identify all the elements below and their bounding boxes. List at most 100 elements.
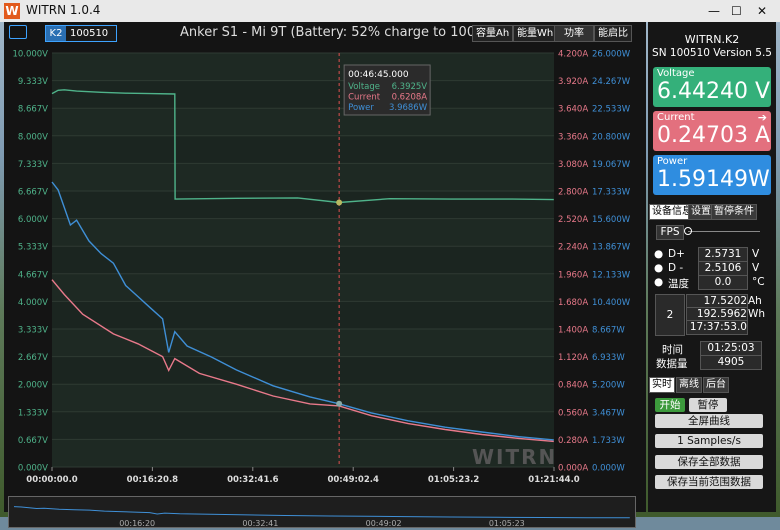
- time-label: 时间: [662, 344, 683, 356]
- current-tick-label: 3.640A: [558, 105, 588, 115]
- power-tick-label: 12.133W: [592, 270, 631, 280]
- current-tick-label: 1.680A: [558, 298, 588, 308]
- power-tick-label: 10.400W: [592, 298, 631, 308]
- plot-band: [52, 80, 554, 109]
- fps-button[interactable]: FPS: [656, 225, 684, 240]
- plot-band: [52, 218, 554, 247]
- current-tick-label: 2.800A: [558, 188, 588, 198]
- power-panel: Power 1.59149W: [653, 155, 771, 195]
- plot-band: [52, 356, 554, 385]
- radio-dminus-icon[interactable]: ●: [654, 262, 663, 274]
- title-bar: W WITRN 1.0.4 — ☐ ✕: [0, 0, 780, 22]
- cursor-voltage-marker: [336, 199, 343, 206]
- current-value: 0.24703 A: [657, 123, 771, 148]
- voltage-tick-label: 6.667V: [18, 188, 48, 198]
- cursor-row-value: 3.9686W: [389, 103, 428, 113]
- current-label: Current: [657, 112, 695, 123]
- voltage-tick-label: 3.333V: [18, 326, 48, 336]
- current-tick-label: 0.840A: [558, 381, 588, 391]
- overview-tick-label: 00:32:41: [242, 519, 278, 527]
- voltage-tick-label: 0.000V: [18, 464, 48, 474]
- measurement-chart[interactable]: 10.000V 4.200A 26.000W 9.333V 3.920A 24.267W 8…: [4, 44, 646, 496]
- energy-wh-button[interactable]: 能量Wh: [513, 25, 558, 42]
- power-tick-label: 0.000W: [592, 464, 625, 474]
- power-tick-label: 22.533W: [592, 105, 631, 115]
- group-time: 17:37:53.0: [686, 320, 748, 335]
- device-version: SN 100510 Version 5.5: [652, 47, 772, 59]
- voltage-tick-label: 8.000V: [18, 132, 48, 142]
- count-label: 数据量: [656, 358, 688, 370]
- tab-background[interactable]: 后台: [703, 377, 729, 393]
- current-tick-label: 4.200A: [558, 50, 588, 60]
- current-tick-label: 0.000A: [558, 464, 588, 474]
- capacity-ah-button[interactable]: 容量Ah: [472, 25, 514, 42]
- start-button[interactable]: 开始: [655, 398, 685, 412]
- dminus-label: D -: [668, 262, 684, 274]
- sample-rate-button[interactable]: 1 Samples/s: [655, 434, 763, 448]
- voltage-tick-label: 0.667V: [18, 436, 48, 446]
- current-tick-label: 3.360A: [558, 132, 588, 142]
- save-range-data-button[interactable]: 保存当前范围数据: [655, 475, 763, 489]
- power-tick-label: 1.733W: [592, 436, 625, 446]
- minimize-button[interactable]: —: [708, 4, 720, 18]
- voltage-tick-label: 7.333V: [18, 160, 48, 170]
- pause-button[interactable]: 暂停: [689, 398, 727, 412]
- fps-slider-handle[interactable]: [684, 227, 692, 235]
- plot-band: [52, 191, 554, 219]
- cursor-time-label: 00:46:45.000: [348, 70, 409, 80]
- app-logo-icon: W: [4, 3, 20, 19]
- device-selector[interactable]: K2 100510: [45, 25, 117, 42]
- cursor-row-value: 0.6208A: [392, 93, 428, 103]
- x-tick-label: 00:49:02.4: [327, 475, 379, 485]
- time-value: 01:25:03: [700, 341, 762, 356]
- current-tick-label: 2.520A: [558, 215, 588, 225]
- x-tick-label: 00:16:20.8: [127, 475, 179, 485]
- group-index[interactable]: 2: [655, 294, 685, 336]
- tab-realtime[interactable]: 实时: [649, 377, 675, 393]
- maximize-button[interactable]: ☐: [731, 4, 742, 18]
- power-tick-label: 5.200W: [592, 381, 625, 391]
- app-title: WITRN 1.0.4: [26, 3, 101, 17]
- voltage-tick-label: 5.333V: [18, 243, 48, 253]
- timeline-overview[interactable]: 00:16:20 00:32:41 00:49:02 01:05:23: [8, 496, 636, 528]
- plot-band: [52, 329, 554, 357]
- radio-dplus-icon[interactable]: ●: [654, 248, 663, 260]
- plot-band: [52, 135, 554, 164]
- fullscreen-curve-button[interactable]: 全屏曲线: [655, 414, 763, 428]
- voltage-tick-label: 2.000V: [18, 381, 48, 391]
- overview-tick-label: 00:16:20: [119, 519, 155, 527]
- voltage-tick-label: 2.667V: [18, 353, 48, 363]
- plot-band: [52, 411, 554, 440]
- power-value: 1.59149W: [657, 167, 770, 192]
- device-connect-icon[interactable]: [9, 25, 27, 39]
- plot-band: [52, 301, 554, 329]
- device-serial: 100510: [70, 28, 109, 39]
- x-tick-label: 01:21:44.0: [528, 475, 580, 485]
- witrn-watermark: WITRN: [472, 445, 557, 469]
- voltage-panel: Voltage 6.44240 V: [653, 67, 771, 107]
- current-tick-label: 0.280A: [558, 436, 588, 446]
- power-tick-label: 24.267W: [592, 77, 631, 87]
- tab-offline[interactable]: 离线: [676, 377, 702, 393]
- cursor-row-label: Current: [348, 93, 381, 103]
- dminus-value: 2.5106: [698, 261, 748, 276]
- temp-label: 温度: [668, 278, 689, 290]
- voltage-tick-label: 9.333V: [18, 77, 48, 87]
- close-button[interactable]: ✕: [757, 4, 767, 18]
- count-value: 4905: [700, 355, 762, 370]
- tab-pause-conditions[interactable]: 暂停条件: [711, 204, 757, 220]
- current-tick-label: 1.960A: [558, 270, 588, 280]
- overview-series: [13, 506, 630, 519]
- save-all-data-button[interactable]: 保存全部数据: [655, 455, 763, 469]
- dplus-unit: V: [752, 248, 760, 260]
- dplus-value: 2.5731: [698, 247, 748, 262]
- x-tick-label: 00:00:00.0: [26, 475, 78, 485]
- current-tick-label: 2.240A: [558, 243, 588, 253]
- power-tick-label: 17.333W: [592, 188, 631, 198]
- plot-band: [52, 108, 554, 136]
- power-button[interactable]: 功率: [554, 25, 594, 42]
- ah-unit: Ah: [748, 295, 762, 307]
- device-id-badge: K2: [46, 26, 66, 41]
- efficiency-button[interactable]: 能启比: [594, 25, 632, 42]
- radio-temp-icon[interactable]: ●: [654, 276, 663, 288]
